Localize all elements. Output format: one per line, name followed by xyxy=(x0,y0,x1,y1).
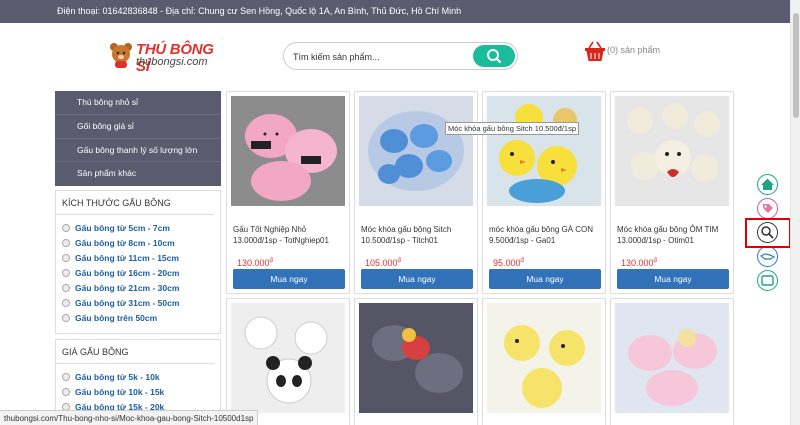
product-code: 9.500đ/1sp - Ga01 xyxy=(489,236,556,245)
product-image[interactable] xyxy=(231,303,345,413)
nav-item-san-pham-khac[interactable]: Sản phẩm khác xyxy=(55,162,221,186)
search-icon xyxy=(487,49,502,64)
radio-icon[interactable] xyxy=(62,387,70,396)
radio-icon[interactable] xyxy=(62,283,70,292)
radio-icon[interactable] xyxy=(62,268,70,277)
status-bar-url: thubongsi.com/Thu-bong-nho-si/Moc-khoa-g… xyxy=(0,410,259,425)
size-filter-title: KÍCH THƯỚC GẤU BÔNG xyxy=(56,191,214,215)
size-filter-option[interactable]: Gấu bông từ 16cm - 20cm xyxy=(56,266,220,281)
size-filter-option[interactable]: Gấu bông trên 50cm xyxy=(56,311,220,326)
top-info-bar: Điện thoại: 01642836848 - Địa chỉ: Chung… xyxy=(0,0,790,23)
tag-icon[interactable] xyxy=(757,198,778,219)
size-filter-option[interactable]: Gấu bông từ 8cm - 10cm xyxy=(56,236,220,251)
category-menu: Thú bông nhỏ sỉ Gối bông giá sỉ Gấu bông… xyxy=(55,91,221,186)
logo[interactable]: THÚ BÔNG SỈ thubongsi.com xyxy=(108,41,228,75)
basket-icon xyxy=(585,41,605,61)
cart-label: (0) sản phẩm xyxy=(607,45,661,55)
screen-icon[interactable] xyxy=(757,270,778,291)
product-card[interactable] xyxy=(226,298,350,425)
product-name[interactable]: Móc khóa gấu bông Sitch xyxy=(361,224,475,235)
product-card[interactable] xyxy=(482,298,606,425)
buy-now-button[interactable]: Mua ngay xyxy=(361,269,473,289)
price-filter-title: GIÁ GẤU BÔNG xyxy=(56,340,214,364)
size-filter-option[interactable]: Gấu bông từ 31cm - 50cm xyxy=(56,296,220,311)
size-filter-option[interactable]: Gấu bông từ 21cm - 30cm xyxy=(56,281,220,296)
product-price: 105.000đ xyxy=(365,258,401,268)
product-image[interactable] xyxy=(615,303,729,413)
contact-info: Điện thoại: 01642836848 - Địa chỉ: Chung… xyxy=(57,6,462,16)
logo-domain: thubongsi.com xyxy=(136,56,208,68)
product-tooltip: Móc khóa gấu bông Sitch 10.500đ/1sp xyxy=(445,122,580,135)
bear-logo-icon xyxy=(110,43,132,68)
radio-icon[interactable] xyxy=(62,223,70,232)
product-image[interactable] xyxy=(615,96,729,206)
search-box xyxy=(283,42,518,70)
nav-item-thanh-ly[interactable]: Gấu bông thanh lý số lượng lớn xyxy=(55,139,221,163)
cart[interactable]: (0) sản phẩm xyxy=(583,39,673,63)
home-icon[interactable] xyxy=(757,174,778,195)
product-card[interactable] xyxy=(610,298,734,425)
product-code: 13.000đ/1sp - TotNghiep01 xyxy=(233,236,329,245)
price-filter-option[interactable]: Gấu bông từ 5k - 10k xyxy=(56,370,220,385)
product-code: 10.500đ/1sp - Titch01 xyxy=(361,236,438,245)
search-input[interactable] xyxy=(293,48,458,65)
radio-icon[interactable] xyxy=(62,298,70,307)
product-name[interactable]: Móc khóa gấu bông ÔM TIM xyxy=(617,224,731,235)
radio-icon[interactable] xyxy=(62,238,70,247)
highlight-box xyxy=(745,218,791,248)
buy-now-button[interactable]: Mua ngay xyxy=(233,269,345,289)
header: THÚ BÔNG SỈ thubongsi.com (0) sản phẩm xyxy=(0,23,790,88)
radio-icon[interactable] xyxy=(62,313,70,322)
product-card[interactable]: Móc khóa gấu bông ÔM TIM 13.000đ/1sp - O… xyxy=(610,91,734,294)
product-image[interactable] xyxy=(487,96,601,206)
buy-now-button[interactable]: Mua ngay xyxy=(617,269,729,289)
search-button[interactable] xyxy=(473,45,515,67)
nav-item-goi-bong[interactable]: Gối bông giá sỉ xyxy=(55,115,221,139)
radio-icon[interactable] xyxy=(62,372,70,381)
product-price: 95.000đ xyxy=(493,258,524,268)
handshake-icon[interactable] xyxy=(757,246,778,267)
product-name[interactable]: móc khóa gấu bông GÀ CON xyxy=(489,224,603,235)
size-filter-option[interactable]: Gấu bông từ 5cm - 7cm xyxy=(56,221,220,236)
product-card[interactable] xyxy=(354,298,478,425)
scrollbar[interactable] xyxy=(790,0,800,425)
product-image[interactable] xyxy=(487,303,601,413)
price-filter-box: GIÁ GẤU BÔNG Gấu bông từ 5k - 10k Gấu bô… xyxy=(55,339,221,419)
product-price: 130.000đ xyxy=(237,258,273,268)
product-name[interactable]: Gấu Tốt Nghiệp Nhỏ xyxy=(233,224,347,235)
price-filter-option[interactable]: Gấu bông từ 10k - 15k xyxy=(56,385,220,400)
product-price: 130.000đ xyxy=(621,258,657,268)
buy-now-button[interactable]: Mua ngay xyxy=(489,269,601,289)
product-card[interactable]: Gấu Tốt Nghiệp Nhỏ 13.000đ/1sp - TotNghi… xyxy=(226,91,350,294)
scrollbar-thumb[interactable] xyxy=(793,13,799,118)
product-image[interactable] xyxy=(359,96,473,206)
product-code: 13.000đ/1sp - Otim01 xyxy=(617,236,694,245)
size-filter-option[interactable]: Gấu bông từ 11cm - 15cm xyxy=(56,251,220,266)
size-filter-box: KÍCH THƯỚC GẤU BÔNG Gấu bông từ 5cm - 7c… xyxy=(55,190,221,334)
nav-item-thu-bong-nho-si[interactable]: Thú bông nhỏ sỉ xyxy=(55,91,221,115)
product-image[interactable] xyxy=(231,96,345,206)
radio-icon[interactable] xyxy=(62,253,70,262)
product-image[interactable] xyxy=(359,303,473,413)
